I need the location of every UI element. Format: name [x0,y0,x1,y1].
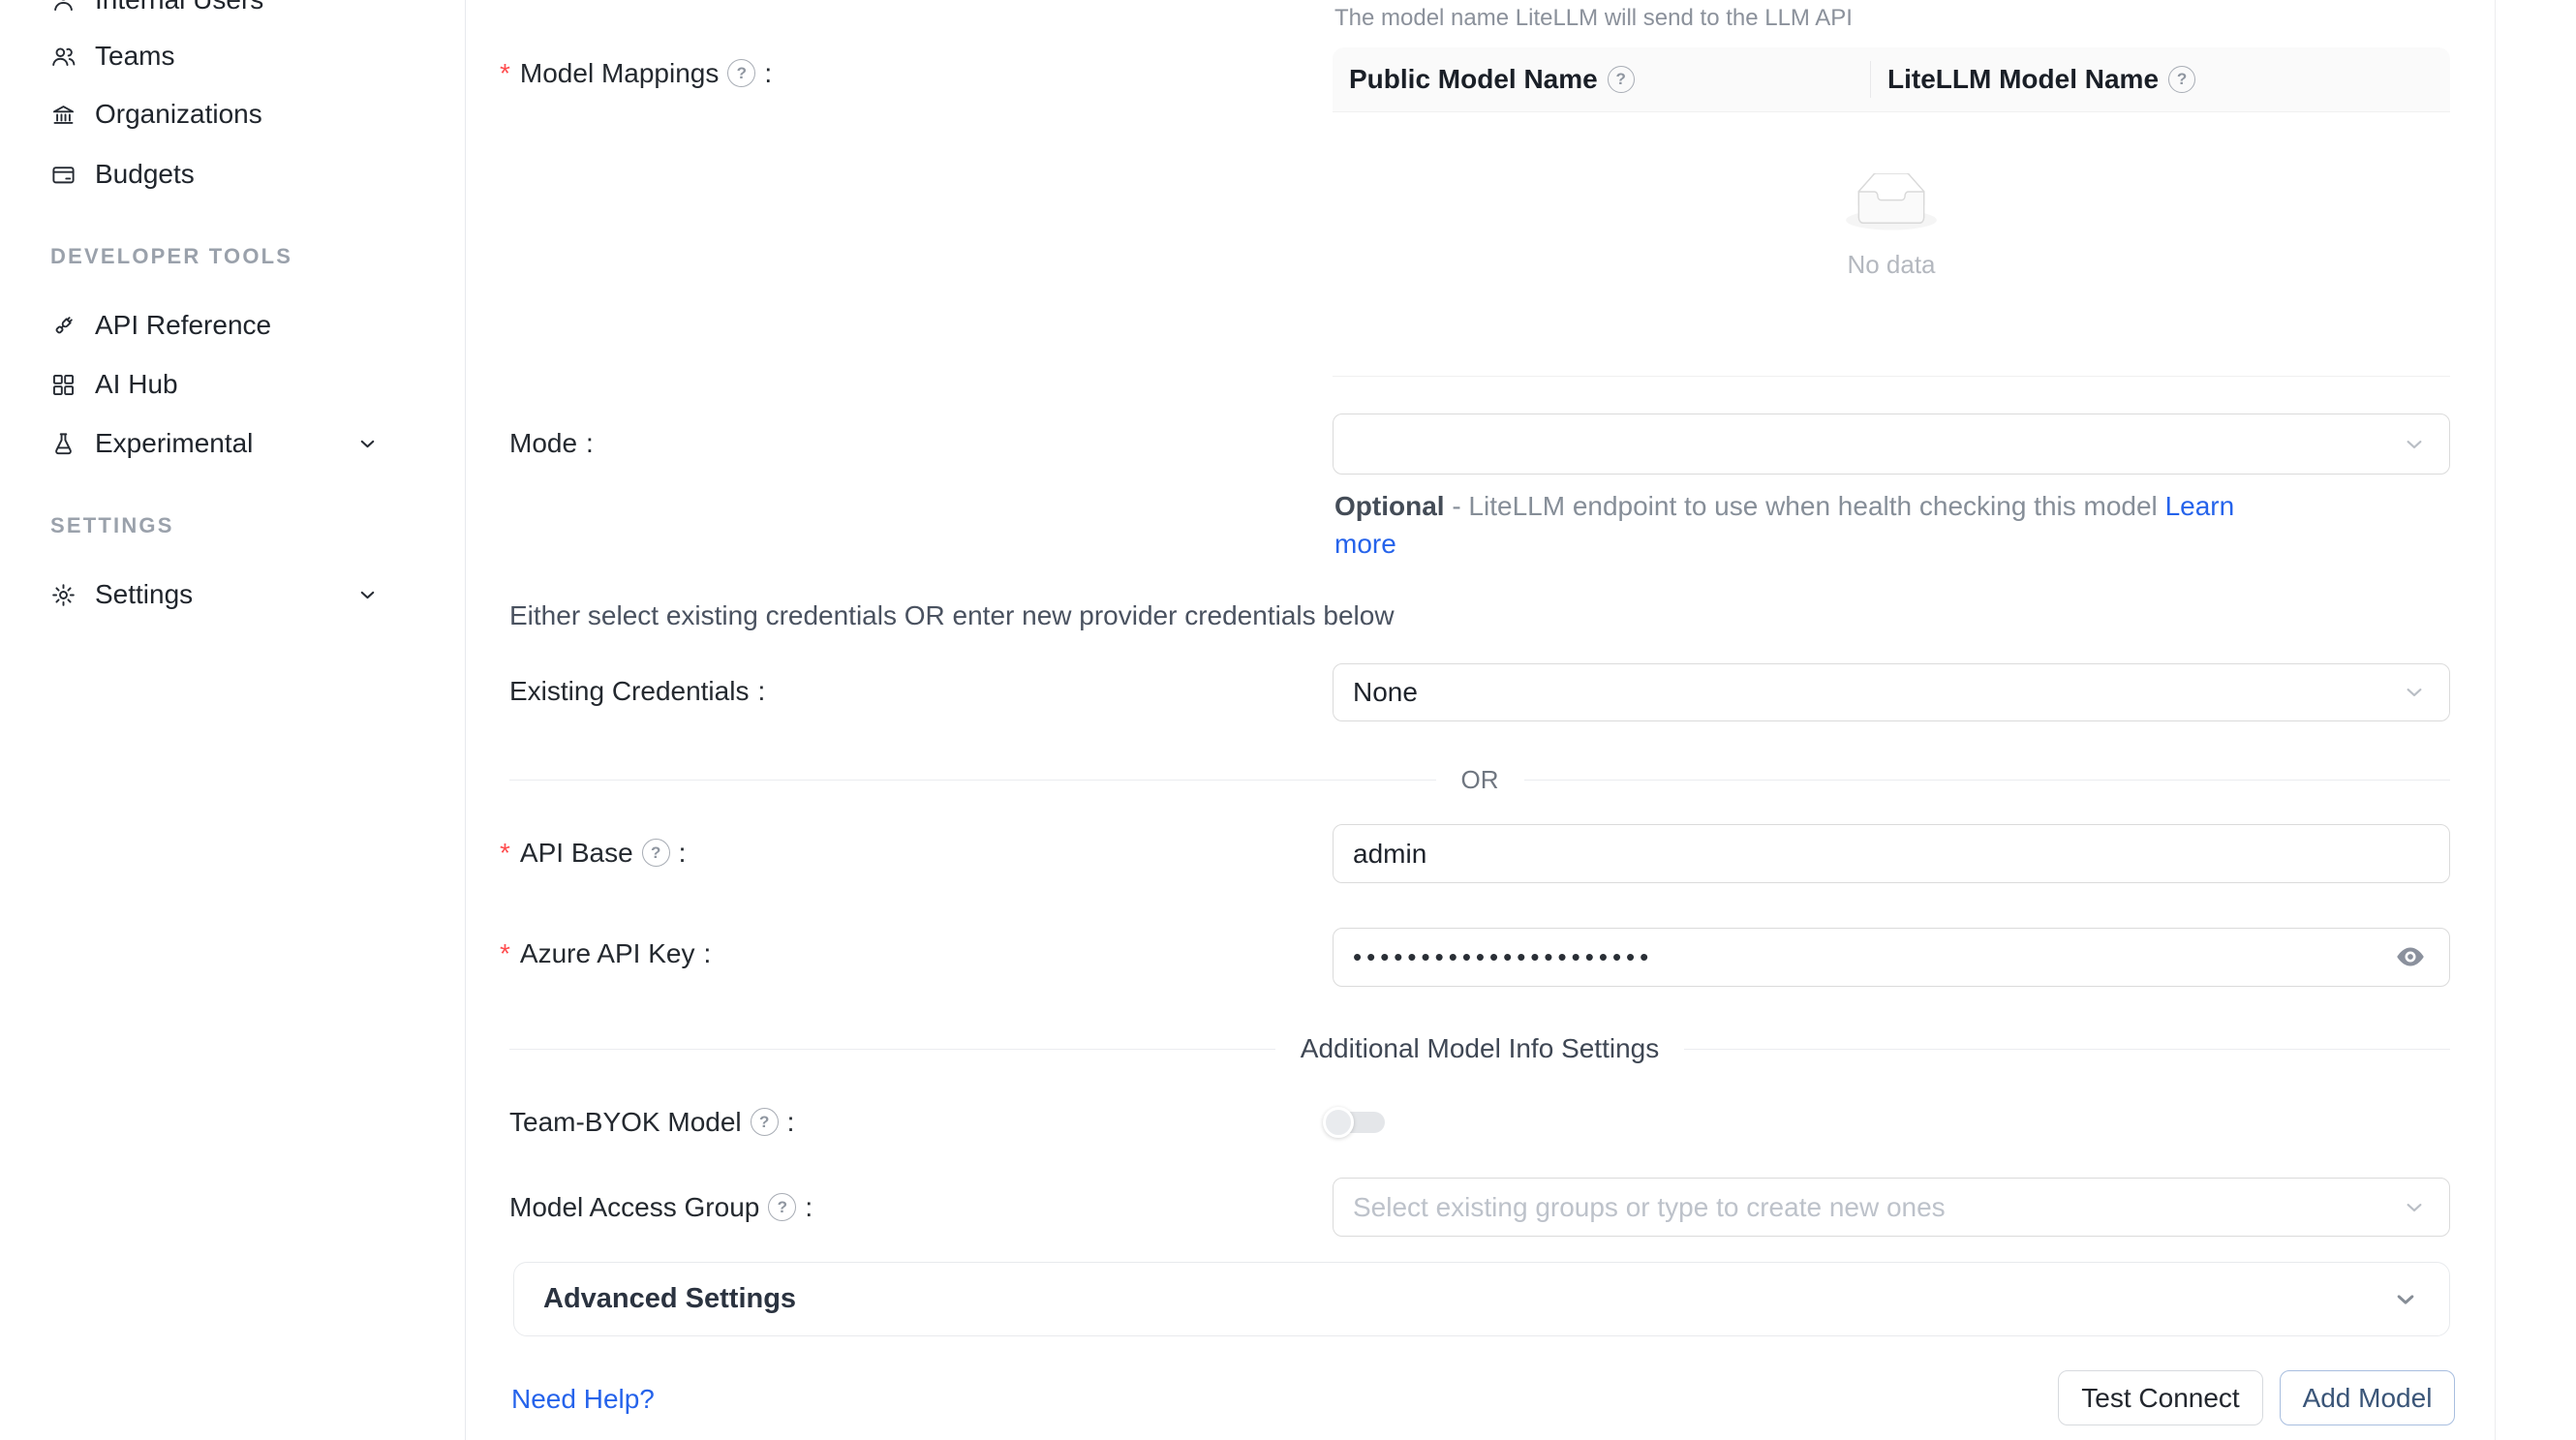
grid-icon [50,372,77,398]
gear-icon [50,582,77,608]
required-asterisk: * [500,60,510,87]
sidebar-item-api-reference[interactable]: API Reference [50,304,380,347]
existing-credentials-select[interactable]: None [1333,663,2450,721]
mode-select[interactable] [1333,414,2450,475]
sidebar-item-label: Experimental [95,428,253,459]
sidebar-item-label: Internal Users [95,0,263,15]
no-data-text: No data [1333,250,2450,280]
required-asterisk: * [500,840,510,867]
test-connect-button[interactable]: Test Connect [2058,1370,2263,1425]
table-empty-state: No data [1333,173,2450,280]
learn-more-link[interactable]: more [1334,529,1396,559]
sidebar-item-label: Budgets [95,159,195,190]
azure-api-key-label: * Azure API Key : [500,940,711,967]
sidebar-item-internal-users[interactable]: Internal Users [50,0,380,21]
advanced-settings-title: Advanced Settings [543,1283,796,1315]
table-header-litellm-model-name: LiteLLM Model Name ? [1871,64,2195,95]
sidebar-item-label: API Reference [95,310,271,341]
existing-credentials-label: Existing Credentials : [509,678,765,705]
add-model-page: Internal Users Teams Organizations Budge… [0,0,2576,1440]
mode-helper-text: Optional - LiteLLM endpoint to use when … [1334,487,2234,563]
chevron-down-icon [355,432,380,456]
user-icon [50,0,77,14]
api-base-field [1333,824,2450,883]
sidebar-item-experimental[interactable]: Experimental [50,422,380,465]
add-model-button[interactable]: Add Model [2280,1370,2455,1425]
help-circle-icon[interactable]: ? [1608,66,1635,93]
api-plug-icon [50,313,77,339]
sidebar-item-budgets[interactable]: Budgets [50,153,380,196]
azure-api-key-field [1333,928,2450,987]
model-access-group-label: Model Access Group ? : [509,1193,813,1221]
sidebar-section-settings: SETTINGS [50,513,174,538]
help-circle-icon[interactable]: ? [727,59,755,87]
api-base-input[interactable] [1334,825,2449,882]
chevron-down-icon [2401,1194,2428,1221]
teams-icon [50,44,77,70]
chevron-down-icon [355,583,380,607]
eye-icon[interactable] [2393,939,2428,974]
sidebar-item-teams[interactable]: Teams [50,35,380,77]
bank-icon [50,102,77,128]
chevron-down-icon [2391,1285,2420,1314]
sidebar-item-label: Organizations [95,99,262,130]
need-help-link[interactable]: Need Help? [511,1386,655,1413]
sidebar-item-label: AI Hub [95,369,178,400]
empty-box-icon [1846,173,1937,231]
sidebar-item-organizations[interactable]: Organizations [50,93,380,136]
help-circle-icon[interactable]: ? [751,1108,779,1136]
table-header-public-model-name: Public Model Name ? [1333,64,1870,95]
sidebar-section-developer-tools: DEVELOPER TOOLS [50,244,292,269]
table-header-row: Public Model Name ? LiteLLM Model Name ? [1333,47,2450,112]
model-name-helper-caption: The model name LiteLLM will send to the … [1334,5,1853,32]
advanced-settings-panel[interactable]: Advanced Settings [513,1262,2450,1336]
team-byok-label: Team-BYOK Model ? : [509,1108,794,1136]
panel-right-edge [2495,0,2496,1440]
api-base-label: * API Base ? : [500,839,686,867]
team-byok-toggle[interactable] [1323,1107,1387,1138]
sidebar-item-label: Settings [95,579,193,610]
sidebar: Internal Users Teams Organizations Budge… [0,0,466,1440]
sidebar-item-ai-hub[interactable]: AI Hub [50,363,380,406]
chevron-down-icon [2401,431,2428,458]
sidebar-item-settings[interactable]: Settings [50,573,380,616]
toggle-thumb [1323,1107,1354,1138]
model-access-group-select[interactable] [1333,1178,2450,1237]
help-circle-icon[interactable]: ? [2168,66,2195,93]
learn-more-link[interactable]: Learn [2165,491,2235,521]
credentials-note: Either select existing credentials OR en… [509,602,1395,629]
additional-info-divider: Additional Model Info Settings [509,1033,2450,1064]
azure-api-key-input[interactable] [1334,929,2449,986]
chevron-down-icon [2401,679,2428,706]
credit-card-icon [50,162,77,188]
required-asterisk: * [500,940,510,967]
help-circle-icon[interactable]: ? [768,1193,796,1221]
mode-label: Mode : [509,430,594,457]
model-access-group-input[interactable] [1334,1179,2449,1236]
or-divider: OR [509,764,2450,795]
flask-icon [50,431,77,457]
model-mappings-label: * Model Mappings ? : [500,59,772,87]
sidebar-item-label: Teams [95,41,174,72]
model-mappings-table: Public Model Name ? LiteLLM Model Name ?… [1333,47,2450,377]
help-circle-icon[interactable]: ? [642,839,670,867]
